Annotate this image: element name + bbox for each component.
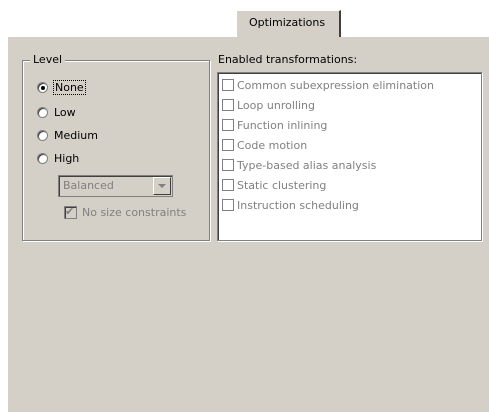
list-item-label: Instruction scheduling [237,198,359,212]
radio-none-label: None [53,79,86,95]
balance-dropdown[interactable]: Balanced [58,175,173,197]
list-item-label: Code motion [237,138,308,152]
radio-none-button[interactable] [37,81,48,93]
radio-medium-label: Medium [54,128,98,142]
transformations-listbox[interactable]: Common subexpression elimination Loop un… [217,72,482,241]
list-item-label: Function inlining [237,118,328,132]
radio-none[interactable]: None [37,79,86,95]
list-item-type-based-alias[interactable]: Type-based alias analysis [222,157,376,173]
level-legend: Level [30,53,66,66]
enabled-transformations-label: Enabled transformations: [218,53,358,66]
check-icon: ✔ [65,205,75,218]
tab-optimizations[interactable]: Optimizations [236,10,341,37]
radio-low[interactable]: Low [37,104,76,120]
radio-low-label: Low [54,105,76,119]
list-item-label: Type-based alias analysis [237,158,377,172]
radio-high-label: High [54,151,80,165]
list-item-label: Loop unrolling [237,98,315,112]
list-item-checkbox[interactable] [222,119,234,131]
radio-low-button[interactable] [37,106,48,118]
tab-optimizations-label: Optimizations [249,16,326,29]
list-item-loop-unrolling[interactable]: Loop unrolling [222,97,315,113]
chevron-down-icon[interactable] [153,177,171,195]
list-item-checkbox[interactable] [222,179,234,191]
list-item-label: Common subexpression elimination [237,78,434,92]
list-item-label: Static clustering [237,178,327,192]
radio-high[interactable]: High [37,150,79,166]
no-size-constraints-checkbox[interactable]: ✔ No size constraints [64,205,187,219]
list-item-checkbox[interactable] [222,99,234,111]
list-item-checkbox[interactable] [222,79,234,91]
balance-dropdown-value: Balanced [63,179,114,192]
list-item-checkbox[interactable] [222,199,234,211]
no-size-constraints-box[interactable]: ✔ [64,205,77,219]
list-item-instruction-scheduling[interactable]: Instruction scheduling [222,197,359,213]
no-size-constraints-label: No size constraints [82,206,187,219]
list-item-checkbox[interactable] [222,159,234,171]
list-item-function-inlining[interactable]: Function inlining [222,117,327,133]
list-item-checkbox[interactable] [222,139,234,151]
radio-medium[interactable]: Medium [37,127,98,143]
list-item-static-clustering[interactable]: Static clustering [222,177,326,193]
radio-high-button[interactable] [37,152,48,164]
list-item-common-subexpression[interactable]: Common subexpression elimination [222,77,434,93]
list-item-code-motion[interactable]: Code motion [222,137,307,153]
radio-medium-button[interactable] [37,129,48,141]
